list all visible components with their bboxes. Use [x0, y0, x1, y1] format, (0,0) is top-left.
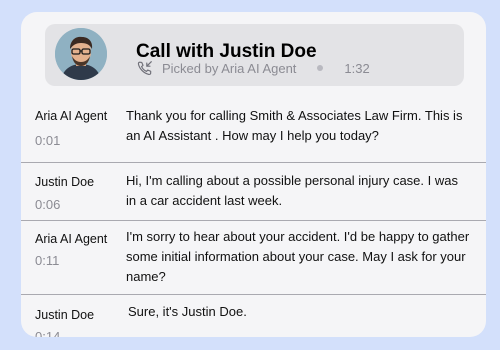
- message-text: Sure, it's Justin Doe.: [128, 304, 247, 319]
- message-text: I'm sorry to hear about your accident. I…: [126, 229, 470, 284]
- divider: [21, 162, 486, 163]
- divider: [21, 294, 486, 295]
- call-subtitle: Picked by Aria AI Agent 1:32: [136, 59, 370, 77]
- message-text: Hi, I'm calling about a possible persona…: [126, 173, 458, 208]
- divider: [21, 220, 486, 221]
- speaker-name: Aria AI Agent: [35, 232, 108, 246]
- message-time: 0:14: [35, 329, 61, 337]
- picked-by-label: Picked by Aria AI Agent: [162, 60, 297, 76]
- speaker-name: Aria AI Agent: [35, 109, 108, 123]
- message-text: Thank you for calling Smith & Associates…: [126, 108, 463, 143]
- speaker-name: Justin Doe: [35, 308, 95, 322]
- incoming-call-icon: [137, 61, 152, 75]
- message-time: 0:11: [35, 253, 60, 268]
- message-time: 0:01: [35, 133, 61, 148]
- call-transcript-card: Call with Justin Doe Picked by Aria AI A…: [21, 12, 486, 337]
- person-avatar-icon: [55, 28, 107, 80]
- speaker-name: Justin Doe: [35, 175, 95, 189]
- call-duration: 1:32: [344, 60, 370, 76]
- avatar: [55, 28, 107, 80]
- message-time: 0:06: [35, 197, 61, 212]
- separator-dot: [317, 65, 324, 71]
